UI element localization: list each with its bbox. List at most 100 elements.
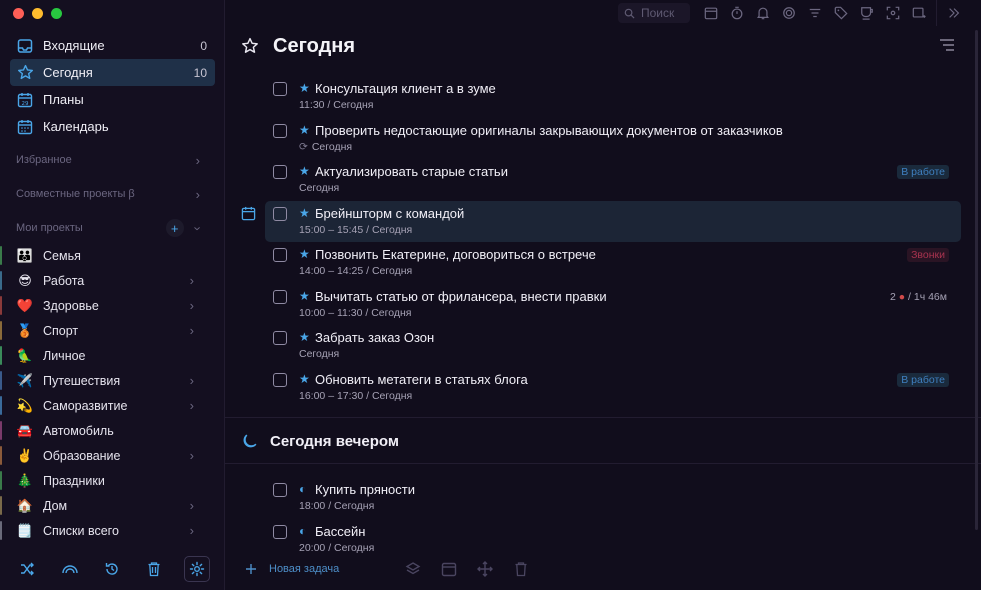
- chevron-right-icon: ›: [189, 448, 194, 463]
- task-checkbox[interactable]: [273, 206, 287, 221]
- project-item[interactable]: ✌️ Образование ›: [0, 443, 224, 468]
- task-checkbox[interactable]: [273, 372, 287, 387]
- favorites-section[interactable]: Избранное ›: [16, 150, 200, 170]
- task-checkbox[interactable]: [273, 331, 287, 345]
- shuffle-icon: [21, 562, 35, 576]
- search-input[interactable]: Поиск: [641, 6, 674, 20]
- task-checkbox[interactable]: [273, 483, 287, 497]
- project-item[interactable]: 👪 Семья: [0, 243, 224, 268]
- nav-count: 10: [193, 65, 207, 80]
- new-task-button[interactable]: Новая задача: [245, 554, 349, 584]
- timer-button[interactable]: [724, 0, 750, 26]
- task-checkbox[interactable]: [273, 248, 287, 262]
- tags-button[interactable]: [828, 0, 854, 26]
- moon-icon: ◐: [299, 482, 307, 496]
- task-row[interactable]: ★ Забрать заказ Озон Сегодня: [265, 325, 961, 367]
- task-checkbox[interactable]: [273, 289, 287, 304]
- status-badge[interactable]: В работе: [897, 165, 949, 179]
- task-subtitle: Сегодня: [311, 140, 353, 153]
- repeat-icon: ⟳: [299, 140, 308, 153]
- task-row[interactable]: ◐ Купить пряности 18:00 / Сегодня: [265, 477, 961, 519]
- medal-icon: 🥉: [16, 322, 34, 338]
- task-row[interactable]: ★ Обновить метатеги в статьях блога 16:0…: [265, 367, 961, 409]
- scrollbar[interactable]: [975, 30, 978, 530]
- project-item[interactable]: 😎 Работа ›: [0, 268, 224, 293]
- move-button[interactable]: [467, 554, 503, 584]
- nav-item-today[interactable]: Сегодня 10: [10, 59, 215, 86]
- shared-projects-section[interactable]: Совместные проекты β ›: [16, 184, 200, 204]
- task-title: Купить пряности: [315, 482, 416, 497]
- close-window-button[interactable]: [13, 8, 24, 19]
- toolbar-separator: [936, 0, 937, 26]
- gear-icon: [189, 561, 204, 577]
- task-row-selected[interactable]: ★ Брейншторм с командой 15:00 – 15:45 / …: [241, 200, 961, 242]
- chevron-right-icon: ›: [189, 273, 194, 288]
- my-projects-section[interactable]: Мои проекты + ›: [16, 218, 205, 238]
- task-checkbox[interactable]: [273, 123, 287, 138]
- project-item[interactable]: 🦜 Личное: [0, 343, 224, 368]
- history-icon: [105, 563, 118, 575]
- add-project-button[interactable]: +: [165, 219, 184, 237]
- sunglasses-icon: 😎: [18, 272, 32, 288]
- task-title: Обновить метатеги в статьях блога: [315, 371, 528, 387]
- history-button[interactable]: [99, 556, 125, 582]
- status-badge[interactable]: Звонки: [907, 248, 949, 262]
- project-item[interactable]: ❤️ Здоровье ›: [0, 293, 224, 318]
- task-row[interactable]: ★ Проверить недостающие оригиналы закрыв…: [265, 118, 961, 160]
- calendar-toolbar-button[interactable]: [698, 0, 724, 26]
- nav-label: Календарь: [43, 119, 109, 134]
- nav-item-inbox[interactable]: Входящие 0: [10, 32, 215, 59]
- task-checkbox[interactable]: [273, 82, 287, 96]
- zoom-window-button[interactable]: [51, 8, 62, 19]
- filter-button[interactable]: [802, 0, 828, 26]
- task-checkbox[interactable]: [273, 524, 287, 539]
- nav-item-calendar[interactable]: Календарь: [10, 113, 215, 140]
- settings-button[interactable]: [183, 556, 210, 582]
- project-item[interactable]: 🎄 Праздники: [0, 468, 224, 493]
- moon-icon: ◐: [299, 523, 307, 538]
- scan-button[interactable]: [880, 0, 906, 26]
- view-button[interactable]: [854, 0, 880, 26]
- layers-button[interactable]: [395, 554, 431, 584]
- focus-button[interactable]: [776, 0, 802, 26]
- task-row[interactable]: ★ Вычитать статью от фрилансера, внести …: [265, 284, 961, 326]
- project-list: 👪 Семья 😎 Работа › ❤️ Здоровье › 🥉 Спорт › 🦜 Лич…: [0, 243, 224, 543]
- task-row[interactable]: ★ Позвонить Екатерине, договориться о вс…: [265, 242, 961, 284]
- comet-icon: 💫: [16, 397, 34, 413]
- trash-button[interactable]: [141, 556, 167, 582]
- project-item[interactable]: 💫 Саморазвитие ›: [0, 393, 224, 418]
- task-row[interactable]: ★ Консультация клиент а в зуме 11:30 / С…: [265, 76, 961, 118]
- nav-item-plans[interactable]: 29 Планы: [10, 86, 215, 113]
- sort-button[interactable]: [939, 38, 955, 55]
- notifications-button[interactable]: [750, 0, 776, 26]
- task-title: Вычитать статью от фрилансера, внести пр…: [315, 288, 607, 304]
- inbox-icon: [16, 37, 34, 55]
- filter-icon: [809, 8, 821, 18]
- my-projects-label: Мои проекты: [16, 222, 83, 234]
- project-item[interactable]: 🏠 Дом ›: [0, 493, 224, 518]
- status-badge[interactable]: В работе: [897, 372, 949, 387]
- window-button[interactable]: [906, 0, 932, 26]
- expand-button[interactable]: [941, 0, 967, 26]
- task-title: Бассейн: [315, 523, 366, 539]
- nav-label: Сегодня: [43, 65, 93, 80]
- project-item[interactable]: 🥉 Спорт ›: [0, 318, 224, 343]
- star-icon: [242, 37, 258, 53]
- search-icon: [624, 8, 635, 19]
- shuffle-button[interactable]: [14, 556, 40, 582]
- delete-button[interactable]: [503, 554, 539, 584]
- calendar-icon: [442, 562, 457, 577]
- signal-button[interactable]: [57, 556, 83, 582]
- star-icon: ★: [299, 288, 310, 303]
- project-item[interactable]: 🚘 Автомобиль: [0, 418, 224, 443]
- task-title: Проверить недостающие оригиналы закрываю…: [315, 122, 783, 138]
- double-chevron-right-icon: [949, 8, 960, 18]
- schedule-button[interactable]: [431, 554, 467, 584]
- chevron-right-icon: ›: [189, 523, 194, 538]
- project-item[interactable]: 🗒️ Списки всего ›: [0, 518, 224, 543]
- search-field[interactable]: Поиск: [618, 3, 690, 23]
- task-checkbox[interactable]: [273, 165, 287, 179]
- minimize-window-button[interactable]: [32, 8, 43, 19]
- project-item[interactable]: ✈️ Путешествия ›: [0, 368, 224, 393]
- task-row[interactable]: ★ Актуализировать старые статьи Сегодня …: [265, 159, 961, 201]
